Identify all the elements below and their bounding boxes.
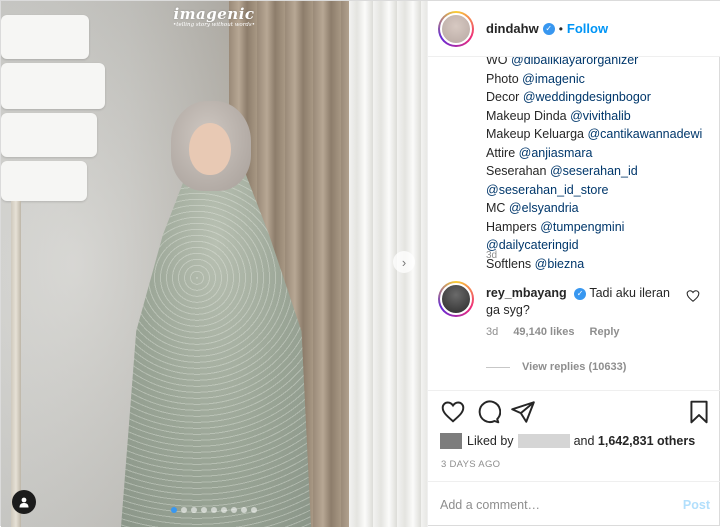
carousel-dot <box>211 507 217 513</box>
comment-likes[interactable]: 49,140 likes <box>513 326 574 338</box>
liked-by-and: and <box>573 434 595 448</box>
liker-avatar[interactable] <box>440 433 462 449</box>
carousel-dot <box>241 507 247 513</box>
caption-text: Makeup Keluarga <box>486 127 588 141</box>
commenter-username[interactable]: rey_mbayang <box>486 286 567 300</box>
carousel-dot <box>231 507 237 513</box>
verified-badge-icon: ✓ <box>574 288 587 300</box>
replies-divider <box>486 366 510 368</box>
liked-by-prefix: Liked by <box>467 434 514 448</box>
lamp-pole <box>11 201 21 527</box>
mention-link[interactable]: @weddingdesignbogor <box>523 90 651 104</box>
mention-link[interactable]: @vivithalib <box>570 109 631 123</box>
sheer-curtain <box>349 1 427 527</box>
mention-link[interactable]: @dailycateringid <box>486 238 579 252</box>
post-frame: imagenic •telling story without words• ›… <box>0 0 720 527</box>
header-separator: • <box>558 21 563 36</box>
mention-link[interactable]: @seserahan_id <box>550 164 638 178</box>
caption-line: @dailycateringid <box>486 236 716 255</box>
caption-line: MC @elsyandria <box>486 199 716 218</box>
action-bar <box>428 390 720 432</box>
mention-link[interactable]: @biezna <box>535 257 585 271</box>
lamp-shade <box>1 161 87 201</box>
chevron-right-icon: › <box>401 254 407 270</box>
gown-sparkle <box>121 171 311 527</box>
mention-link[interactable]: @dibaliklayarorganizer <box>511 57 638 67</box>
caption-line: Hampers @tumpengmini <box>486 218 716 237</box>
mention-link[interactable]: @tumpengmini <box>540 220 624 234</box>
mention-link[interactable]: @anjiasmara <box>519 146 593 160</box>
view-replies-button[interactable]: View replies (10633) <box>486 361 626 373</box>
post-photo[interactable]: imagenic •telling story without words• › <box>1 1 427 527</box>
mention-link[interactable]: @imagenic <box>522 72 585 86</box>
commenter-avatar[interactable] <box>438 281 474 317</box>
caption-text: Hampers <box>486 219 541 234</box>
likes-count[interactable]: 1,642,831 others <box>598 434 695 448</box>
caption-line: WO @dibaliklayarorganizer <box>486 57 716 70</box>
bookmark-icon[interactable] <box>686 399 712 425</box>
comments-panel[interactable]: WO @dibaliklayarorganizer Photo @imagenic… <box>428 57 720 391</box>
post-header: dindahw ✓ • Follow <box>428 1 720 57</box>
caption-text: MC <box>486 201 509 215</box>
carousel-dot <box>221 507 227 513</box>
mention-link[interactable]: @cantikawannadewi <box>587 127 702 141</box>
comment-body: rey_mbayang ✓ Tadi aku ileran ga syg? <box>486 285 682 319</box>
caption-line: Decor @weddingdesignbogor <box>486 88 716 107</box>
likes-summary: Liked by and 1,642,831 others <box>440 433 695 449</box>
comment-input[interactable] <box>440 497 683 512</box>
caption-line: Makeup Dinda @vivithalib <box>486 107 716 126</box>
carousel-dot <box>191 507 197 513</box>
mention-link[interactable]: @elsyandria <box>509 201 579 215</box>
face <box>189 123 231 175</box>
comment-like-icon[interactable] <box>686 289 700 303</box>
bride-figure <box>121 101 311 527</box>
post-caption: WO @dibaliklayarorganizer Photo @imagenic… <box>486 57 716 273</box>
carousel-indicator <box>1 507 427 513</box>
view-replies-label: View replies (10633) <box>522 361 627 373</box>
photo-watermark: imagenic •telling story without words• <box>1 5 427 28</box>
post-date[interactable]: 3 DAYS AGO <box>441 459 500 470</box>
lamp-shade <box>1 63 105 109</box>
watermark-tagline: •telling story without words• <box>173 22 255 28</box>
caption-line: @seserahan_id_store <box>486 181 716 200</box>
caption-text: Photo <box>486 71 523 86</box>
caption-text: Decor <box>486 90 523 104</box>
share-icon[interactable] <box>510 399 536 425</box>
watermark-title: imagenic <box>173 5 255 23</box>
comment-icon[interactable] <box>475 399 501 425</box>
reply-button[interactable]: Reply <box>590 326 620 338</box>
mention-link[interactable]: @seserahan_id_store <box>486 183 609 197</box>
author-username[interactable]: dindahw <box>486 21 539 36</box>
post-comment-button[interactable]: Post <box>683 498 710 512</box>
caption-line: Seserahan @seserahan_id <box>486 162 716 181</box>
follow-button[interactable]: Follow <box>567 21 608 36</box>
liker-username-redacted[interactable] <box>517 434 570 448</box>
carousel-dot <box>181 507 187 513</box>
comment-meta: 3d 49,140 likes Reply <box>486 326 620 338</box>
author-avatar[interactable] <box>438 10 474 47</box>
caption-text: Seserahan <box>486 164 550 178</box>
caption-line: Photo @imagenic <box>486 70 716 89</box>
carousel-dot <box>251 507 257 513</box>
lamp-shade <box>1 113 97 157</box>
caption-line: Softlens @biezna <box>486 255 716 274</box>
carousel-dot <box>171 507 177 513</box>
caption-timestamp[interactable]: 3d <box>486 250 497 261</box>
heart-icon[interactable] <box>440 399 466 425</box>
caption-text: Makeup Dinda <box>486 108 571 123</box>
caption-text: WO <box>486 57 511 67</box>
post-sidebar: dindahw ✓ • Follow WO @dibaliklayarorgan… <box>427 1 720 527</box>
add-comment-bar: Post <box>428 481 720 527</box>
verified-badge-icon: ✓ <box>542 22 555 35</box>
caption-line: Makeup Keluarga @cantikawannadewi <box>486 125 716 144</box>
next-photo-button[interactable]: › <box>393 251 415 273</box>
caption-line: Attire @anjiasmara <box>486 144 716 163</box>
comment-timestamp[interactable]: 3d <box>486 326 498 338</box>
caption-text: Attire <box>486 145 519 160</box>
carousel-dot <box>201 507 207 513</box>
